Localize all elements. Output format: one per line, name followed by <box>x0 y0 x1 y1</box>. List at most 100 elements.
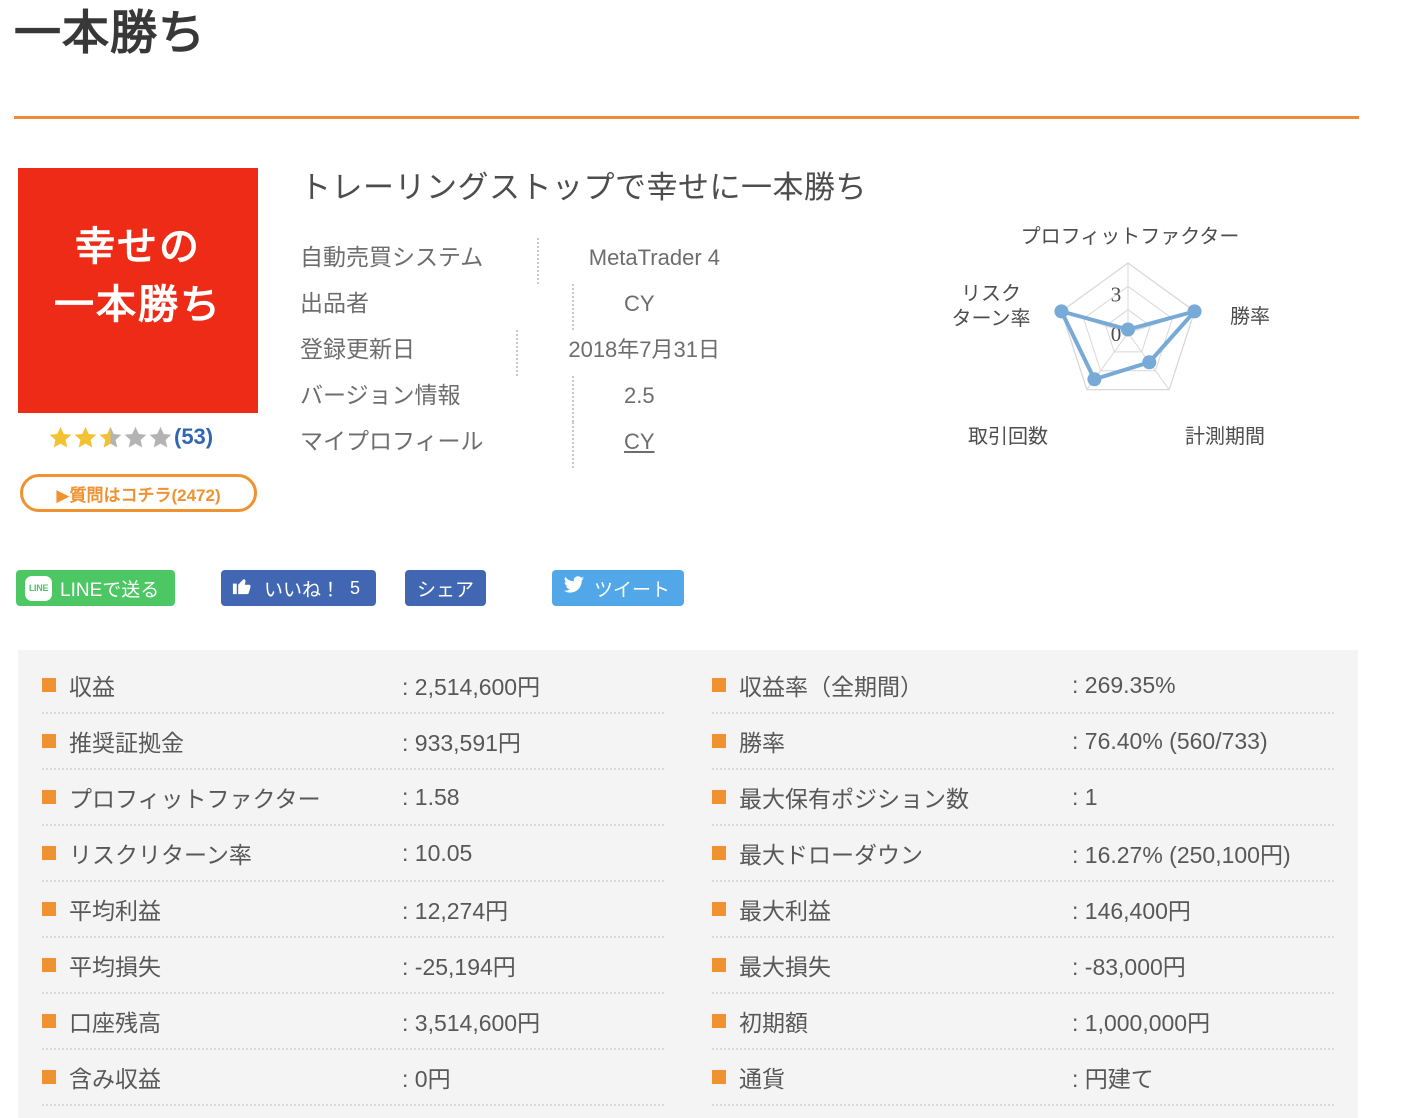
statistics-column-left: 収益: 2,514,600円 推奨証拠金: 933,591円 プロフィットファクター… <box>18 658 688 1118</box>
stat-value: : -83,000円 <box>1072 954 1186 980</box>
stat-row: 通貨 : 円建て <box>712 1050 1334 1106</box>
stat-bullet-icon <box>42 678 56 692</box>
info-row: 登録更新日 2018年7月31日 <box>300 330 720 376</box>
question-button-label: ▶質問はコチラ(2472) <box>56 485 221 505</box>
facebook-share-button[interactable]: シェア <box>405 570 487 606</box>
info-label: 登録更新日 <box>300 336 415 362</box>
facebook-share-label: シェア <box>417 579 475 601</box>
product-thumbnail[interactable]: 幸せの 一本勝ち <box>18 168 258 413</box>
stat-row: 収益 : 2,514,600円 <box>42 658 664 714</box>
twitter-bird-icon <box>562 574 586 602</box>
stat-bullet-icon <box>712 1014 726 1028</box>
statistics-panel: 収益: 2,514,600円 推奨証拠金: 933,591円 プロフィットファクター… <box>18 650 1358 1118</box>
stat-bullet-icon <box>42 1070 56 1084</box>
line-share-button[interactable]: LINE LINEで送る <box>16 570 176 606</box>
line-share-label: LINEで送る <box>60 579 160 601</box>
info-row: 出品者 CY <box>300 284 720 330</box>
performance-radar-chart: 03 プロフィットファクター 勝率 計測期間 取引回数 リスク ターン率 <box>930 210 1330 470</box>
stat-row: 含み収益 : 0円 <box>42 1050 664 1106</box>
twitter-tweet-button[interactable]: ツイート <box>552 570 685 606</box>
star-icon-empty-4 <box>123 425 148 450</box>
stat-row: 初期額: 1,000,000円 <box>712 994 1334 1050</box>
info-row: バージョン情報 2.5 <box>300 376 720 422</box>
stat-value: : 10.05 <box>402 839 473 866</box>
star-icon-full-1 <box>48 425 73 450</box>
info-divider <box>572 376 574 422</box>
thumbnail-text: 幸せの 一本勝ち <box>18 218 258 334</box>
stat-value: : 76.40% (560/733) <box>1072 727 1268 754</box>
radar-axis-label-risk-return: リスク ターン率 <box>936 282 1046 332</box>
profile-link[interactable]: CY <box>624 429 655 455</box>
stat-value: : 3,514,600円 <box>402 1010 541 1036</box>
statistics-column-right: 収益率（全期間）: 269.35% 勝率: 76.40% (560/733) 最大保… <box>688 658 1358 1118</box>
radar-axis-label-profit-factor: プロフィットファクター <box>1020 226 1240 248</box>
stat-label: 平均利益 <box>69 898 161 924</box>
stat-label: 含み収益 <box>69 1066 161 1092</box>
stat-bullet-icon <box>712 902 726 916</box>
page-title: 一本勝ち <box>14 6 206 59</box>
svg-text:3: 3 <box>1111 283 1122 307</box>
title-divider <box>14 116 1359 119</box>
stat-row: 平均利益 : 12,274円 <box>42 882 664 938</box>
info-label: マイプロフィール <box>300 428 484 454</box>
info-label: 出品者 <box>300 290 369 316</box>
stat-label: 口座残高 <box>69 1010 161 1036</box>
radar-axis-label-risk-return-line2: ターン率 <box>951 308 1031 330</box>
stat-label: プロフィットファクター <box>69 786 321 812</box>
stat-label: 収益 <box>69 674 115 700</box>
stat-value: : 1 <box>1072 783 1098 810</box>
info-row: 自動売買システム MetaTrader 4 <box>300 238 720 284</box>
stat-value: : 146,400円 <box>1072 898 1191 924</box>
stat-bullet-icon <box>42 790 56 804</box>
stat-bullet-icon <box>712 734 726 748</box>
stat-label: 最大利益 <box>739 898 831 924</box>
stat-value: : -25,194円 <box>402 954 516 980</box>
info-value: 2.5 <box>624 383 655 408</box>
thumbnail-line-1: 幸せの <box>75 224 201 270</box>
stat-row: 最大保有ポジション数 : 1 <box>712 770 1334 826</box>
stat-value: : 1.58 <box>402 783 460 810</box>
rating[interactable]: (53) <box>48 424 213 450</box>
stat-value: : 933,591円 <box>402 730 521 756</box>
stat-row: 平均損失: -25,194円 <box>42 938 664 994</box>
question-button[interactable]: ▶質問はコチラ(2472) <box>20 474 257 512</box>
stat-bullet-icon <box>42 734 56 748</box>
info-label: 自動売買システム <box>300 244 484 270</box>
info-divider <box>572 284 574 330</box>
stat-bullet-icon <box>42 846 56 860</box>
stat-bullet-icon <box>712 1070 726 1084</box>
info-value: CY <box>624 291 655 316</box>
stat-value: : 円建て <box>1072 1066 1154 1092</box>
radar-axis-label-trade-count: 取引回数 <box>968 426 1048 448</box>
stat-label: 収益率（全期間） <box>739 674 923 700</box>
product-title: トレーリングストップで幸せに一本勝ち <box>300 170 867 205</box>
thumbnail-line-2: 一本勝ち <box>54 282 222 328</box>
stat-label: 初期額 <box>739 1010 808 1036</box>
stat-value: : 16.27% (250,100円) <box>1072 842 1291 868</box>
stat-label: 最大損失 <box>739 954 831 980</box>
stat-bullet-icon <box>42 902 56 916</box>
facebook-like-button[interactable]: いいね！ 5 <box>221 570 377 606</box>
stat-label: 通貨 <box>739 1066 785 1092</box>
info-divider <box>516 330 519 376</box>
line-icon: LINE <box>25 575 52 601</box>
star-icon-half-3 <box>98 425 123 450</box>
radar-axis-label-measure-period: 計測期間 <box>1185 426 1265 448</box>
stat-row: 最大ドローダウン : 16.27% (250,100円) <box>712 826 1334 882</box>
stat-value: : 2,514,600円 <box>402 674 541 700</box>
stat-label: 最大ドローダウン <box>739 842 923 868</box>
stat-row: 最大損失 : -83,000円 <box>712 938 1334 994</box>
stat-value: : 0円 <box>402 1066 451 1092</box>
radar-axis-label-win-rate: 勝率 <box>1230 306 1270 328</box>
stat-bullet-icon <box>712 678 726 692</box>
info-divider <box>536 238 539 284</box>
stat-value: : 269.35% <box>1072 671 1176 698</box>
stat-value: : 12,274円 <box>402 898 509 924</box>
rating-count: (53) <box>174 424 214 449</box>
stat-label: リスクリターン率 <box>69 842 252 868</box>
stat-row: 収益率（全期間） : 269.35% <box>712 658 1334 714</box>
star-icon-empty-5 <box>148 425 173 450</box>
radar-axis-label-risk-return-line1: リスク <box>961 283 1021 305</box>
stat-label: 最大保有ポジション数 <box>739 786 969 812</box>
info-value: MetaTrader 4 <box>588 245 720 270</box>
